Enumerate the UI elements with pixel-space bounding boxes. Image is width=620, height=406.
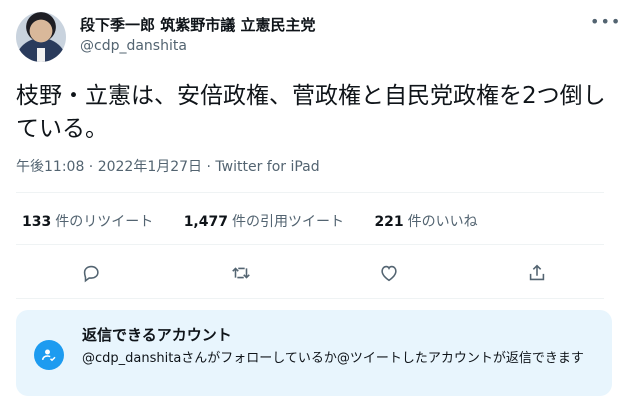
like-count[interactable]: 221 件のいいね — [374, 214, 477, 230]
quote-count[interactable]: 1,477 件の引用ツイート — [184, 214, 344, 230]
tweet-text: 枝野・立憲は、安倍政権、菅政権と自民党政権を2つ倒している。 — [16, 83, 606, 142]
reply-notice-title: 返信できるアカウント — [82, 326, 232, 344]
tweet-actions — [0, 258, 620, 288]
tweet-stats: 133 件のリツイート 1,477 件の引用ツイート 221 件のいいね — [22, 211, 504, 231]
heart-icon[interactable] — [374, 258, 404, 288]
author-display-name[interactable]: 段下季一郎 筑紫野市議 立憲民主党 — [80, 14, 315, 35]
divider — [16, 192, 604, 193]
tweet-detail: 段下季一郎 筑紫野市議 立憲民主党 @cdp_danshita ••• 枝野・立… — [0, 0, 620, 406]
avatar[interactable] — [16, 12, 66, 62]
reply-icon[interactable] — [76, 258, 106, 288]
retweet-count[interactable]: 133 件のリツイート — [22, 214, 153, 230]
divider — [16, 298, 604, 299]
retweet-icon[interactable] — [226, 258, 256, 288]
more-options-icon[interactable]: ••• — [590, 12, 620, 31]
reply-restriction-notice: 返信できるアカウント @cdp_danshitaさんがフォローしているか@ツイー… — [16, 310, 612, 396]
share-icon[interactable] — [522, 258, 552, 288]
user-check-icon — [34, 340, 64, 370]
reply-notice-description: @cdp_danshitaさんがフォローしているか@ツイートしたアカウントが返信… — [82, 351, 584, 366]
author-handle[interactable]: @cdp_danshita — [80, 38, 187, 54]
divider — [16, 244, 604, 245]
tweet-timestamp[interactable]: 午後11:08 · 2022年1月27日 · Twitter for iPad — [16, 156, 320, 176]
